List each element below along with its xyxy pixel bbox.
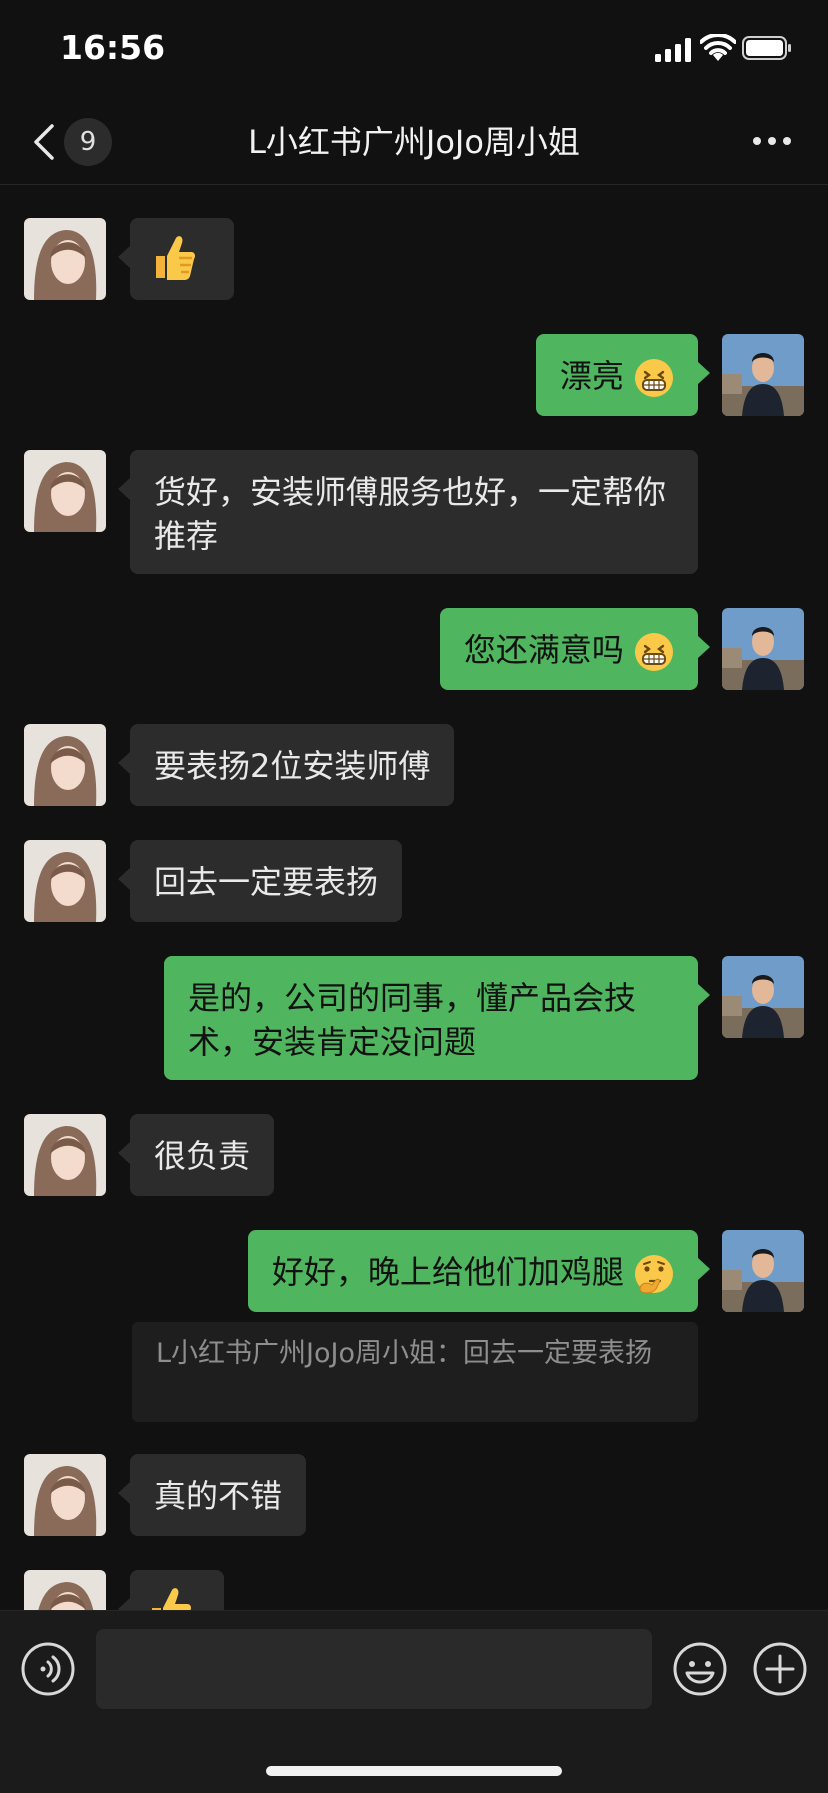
grin-emoji-icon [635, 359, 673, 397]
wifi-icon [700, 34, 736, 61]
message-bubble[interactable] [118, 218, 234, 300]
emoji-icon[interactable] [672, 1641, 728, 1697]
user-avatar[interactable] [722, 608, 804, 690]
message-text: 真的不错 [154, 1477, 283, 1515]
message-text: 好好，晚上给他们加鸡腿 [271, 1253, 624, 1291]
plus-icon[interactable] [752, 1641, 808, 1697]
message-text: 货好，安装师傅服务也好，一定帮你推荐 [154, 473, 667, 555]
message-text: 回去一定要表扬 [154, 863, 379, 901]
thumbs-up-emoji-icon [152, 1588, 191, 1610]
message-text: 很负责 [154, 1137, 251, 1175]
contact-avatar[interactable] [24, 1114, 106, 1196]
message-bubble[interactable]: 好好，晚上给他们加鸡腿 [247, 1230, 711, 1312]
message-bubble[interactable]: 您还满意吗 [439, 608, 711, 690]
message-text: 要表扬2位安装师傅 [154, 747, 431, 785]
home-indicator[interactable] [266, 1766, 562, 1776]
message-input[interactable] [96, 1629, 652, 1709]
user-avatar[interactable] [722, 334, 804, 416]
grin-emoji-icon [635, 633, 673, 671]
message-bubble[interactable]: 货好，安装师傅服务也好，一定帮你推荐 [118, 450, 698, 574]
message-bubble[interactable]: 是的，公司的同事，懂产品会技术，安装肯定没问题 [164, 956, 710, 1080]
contact-avatar[interactable] [24, 1570, 106, 1610]
contact-avatar[interactable] [24, 840, 106, 922]
chat-title: L小红书广州JoJo周小姐 [248, 123, 580, 161]
contact-avatar[interactable] [24, 218, 106, 300]
message-bubble[interactable] [118, 1570, 224, 1610]
quoted-message[interactable]: L小红书广州JoJo周小姐：回去一定要表扬 [132, 1322, 698, 1422]
message-bubble[interactable]: 漂亮 [535, 334, 711, 416]
contact-avatar[interactable] [24, 724, 106, 806]
contact-avatar[interactable] [24, 1454, 106, 1536]
message-text: 是的，公司的同事，懂产品会技术，安装肯定没问题 [188, 979, 637, 1061]
thinking-emoji-icon [635, 1255, 673, 1294]
status-time: 16:56 [60, 28, 166, 67]
message-bubble[interactable]: 回去一定要表扬 [117, 840, 403, 922]
message-bubble[interactable]: 真的不错 [117, 1454, 307, 1536]
back-arrow-icon[interactable] [30, 122, 58, 162]
contact-avatar[interactable] [24, 450, 106, 532]
more-options-icon[interactable] [752, 130, 792, 152]
message-bubble[interactable]: 很负责 [117, 1114, 275, 1196]
quoted-text: L小红书广州JoJo周小姐：回去一定要表扬 [156, 1338, 653, 1369]
message-text: 漂亮 [559, 357, 624, 395]
user-avatar[interactable] [722, 956, 804, 1038]
voice-icon[interactable] [20, 1641, 76, 1697]
status-bar: 16:56 [0, 0, 828, 96]
unread-count-badge[interactable]: 9 [64, 118, 112, 166]
message-list[interactable]: 漂亮 货好，安装师傅服务也好，一定帮你推荐 您还满意吗 要表扬2位安装师傅 回去… [0, 186, 828, 1610]
cellular-signal-icon [655, 38, 691, 62]
user-avatar[interactable] [722, 1230, 804, 1312]
message-text: 您还满意吗 [463, 631, 624, 669]
message-bubble[interactable]: 要表扬2位安装师傅 [117, 724, 455, 806]
thumbs-up-emoji-icon [156, 236, 195, 280]
battery-icon [742, 36, 791, 60]
